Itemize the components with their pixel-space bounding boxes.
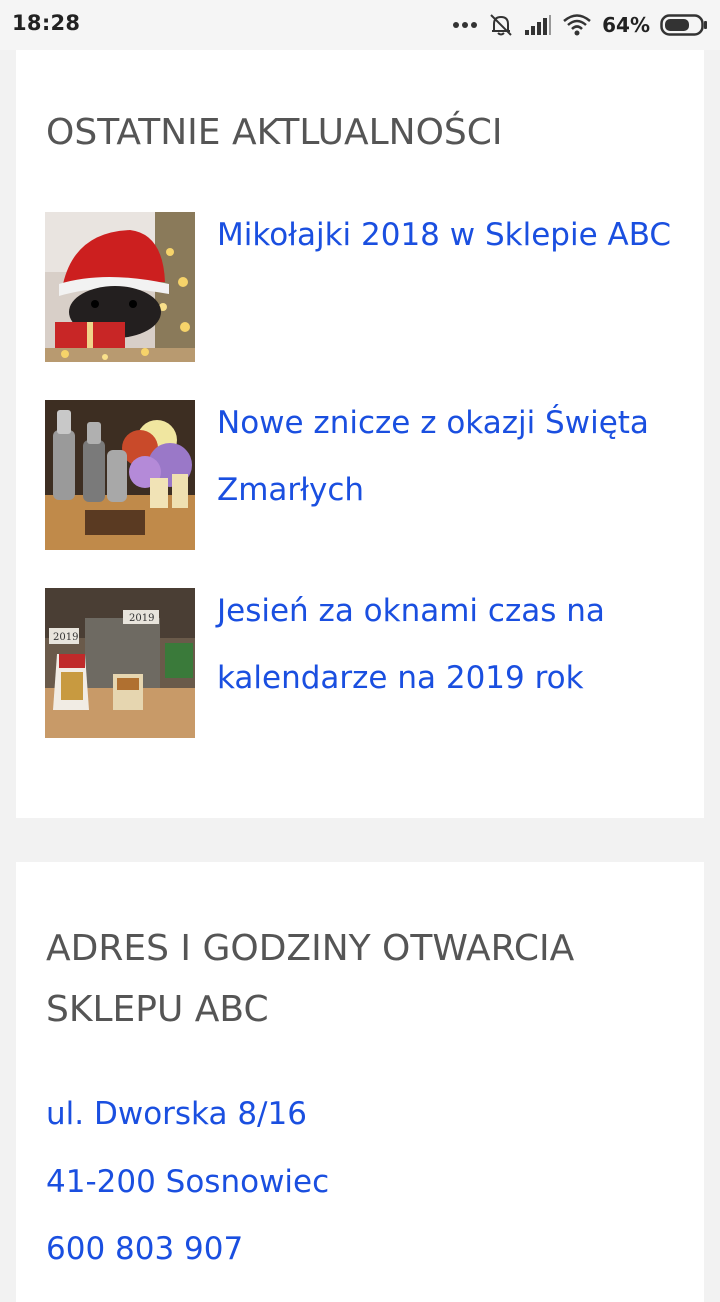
status-icons: 64% [452,9,708,41]
address-street-link[interactable]: ul. Dworska 8/16 [46,1094,307,1134]
svg-text:2019: 2019 [53,632,78,643]
wifi-icon [562,13,592,37]
battery-icon [660,13,708,37]
phone-link[interactable]: 600 803 907 [46,1229,243,1269]
news-link[interactable]: Mikołajki 2018 w Sklepie ABC [217,202,692,269]
news-thumbnail-calendars[interactable]: 2019 2019 [45,588,195,738]
news-item: Mikołajki 2018 w Sklepie ABC [45,212,685,362]
more-dots-icon [452,20,478,30]
news-item: 2019 2019 Jesień za oknami czas na kalen… [45,588,685,738]
status-bar: 18:28 64% [0,0,720,50]
address-card: ADRES I GODZINY OTWARCIA SKLEPU ABC ul. … [16,862,704,1302]
battery-percent: 64% [602,13,650,37]
signal-icon [524,14,552,36]
status-time: 18:28 [12,11,81,35]
news-thumbnail-candles[interactable] [45,400,195,550]
alarm-off-icon [488,12,514,38]
news-item: Nowe znicze z okazji Święta Zmarłych [45,400,685,550]
news-thumbnail-santa-dog[interactable] [45,212,195,362]
svg-text:2019: 2019 [129,613,154,624]
news-card: OSTATNIE AKTLUALNOŚCI Mikołajki 2018 w S… [16,50,704,818]
address-city-link[interactable]: 41-200 Sosnowiec [46,1162,329,1202]
news-section-title: OSTATNIE AKTLUALNOŚCI [46,112,503,153]
address-section-title: ADRES I GODZINY OTWARCIA SKLEPU ABC [46,928,575,1030]
news-link[interactable]: Nowe znicze z okazji Święta Zmarłych [217,390,692,524]
news-link[interactable]: Jesień za oknami czas na kalendarze na 2… [217,578,692,712]
